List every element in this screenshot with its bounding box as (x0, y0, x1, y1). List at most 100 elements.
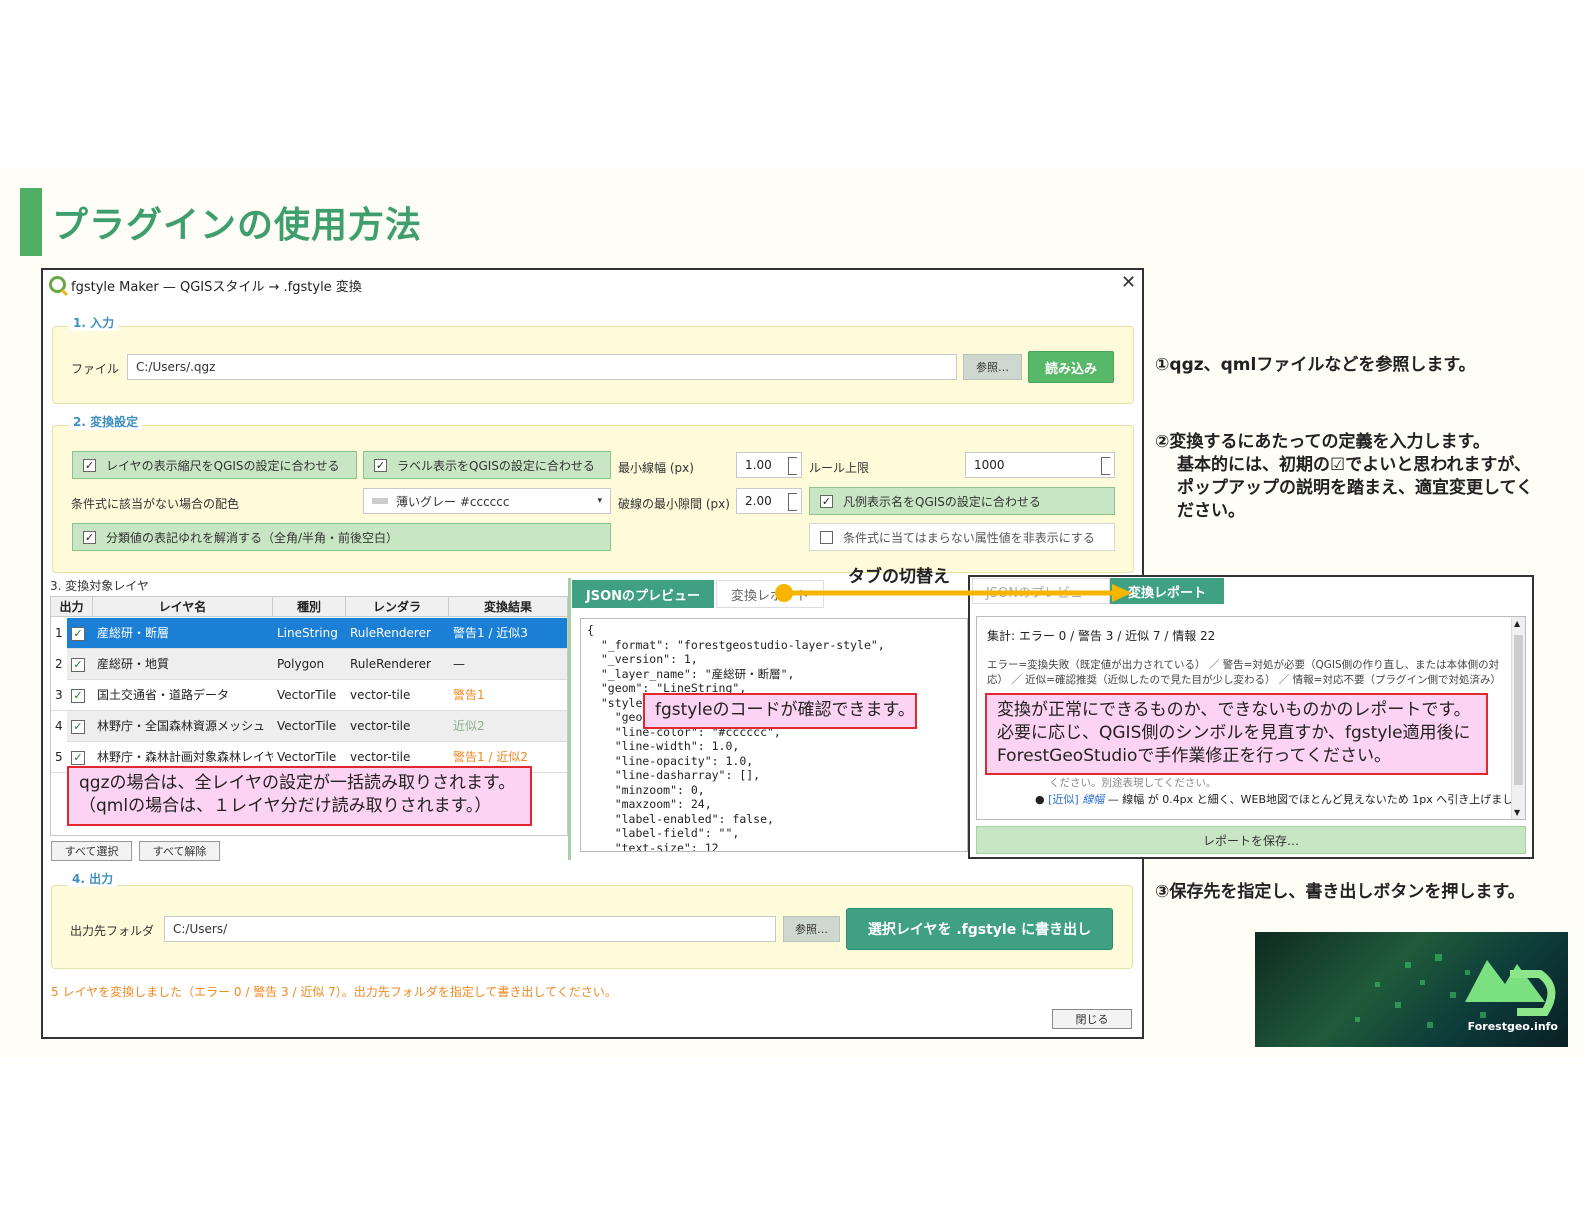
label-checkbox[interactable]: ✓ ラベル表示をQGISの設定に合わせる (363, 451, 611, 479)
col-output[interactable]: 出力 (51, 597, 93, 617)
hide-unmatched-checkbox[interactable]: 条件式に当てはまらない属性値を非表示にする (809, 523, 1115, 551)
row-renderer: vector-tile (350, 688, 411, 702)
report-summary: 集計: エラー 0 / 警告 3 / 近似 7 / 情報 22 (987, 629, 1216, 643)
tab-json-preview[interactable]: JSONのプレビュー (572, 580, 714, 608)
hide-unmatched-label: 条件式に当てはまらない属性値を非表示にする (843, 530, 1095, 545)
row-renderer: RuleRenderer (350, 626, 431, 640)
min-line-input[interactable]: 1.00 (736, 452, 802, 478)
row-renderer: RuleRenderer (350, 657, 431, 671)
dash-gap-input[interactable]: 2.00 (736, 488, 802, 514)
row-number: 5 (55, 750, 63, 764)
check-icon: ✓ (83, 530, 96, 544)
note-step2-line3: ポップアップの説明を踏まえ、適宜変更してく (1177, 478, 1533, 498)
load-button[interactable]: 読み込み (1028, 351, 1114, 383)
scroll-down-icon[interactable]: ▼ (1514, 808, 1520, 817)
window-title: fgstyle Maker — QGISスタイル → .fgstyle 変換 (71, 279, 362, 295)
row-type: VectorTile (277, 719, 337, 733)
callout-qgz-line1: qgzの場合は、全レイヤの設定が一括読み取りされます。 (79, 773, 516, 793)
check-icon: ✓ (820, 494, 833, 508)
fallback-color-select[interactable]: 薄いグレー #cccccc ▾ (363, 488, 611, 514)
row-number: 4 (51, 711, 67, 742)
scroll-up-icon[interactable]: ▲ (1514, 619, 1520, 628)
scale-checkbox[interactable]: ✓ レイヤの表示縮尺をQGISの設定に合わせる (72, 451, 357, 479)
note-step1: ①qgz、qmlファイルなどを参照します。 (1155, 355, 1476, 375)
slide-title: プラグインの使用方法 (52, 205, 423, 246)
check-icon: ✓ (83, 458, 96, 472)
table-row[interactable]: 3 ✓ 国土交通省・道路データ VectorTile vector-tile 警… (51, 680, 567, 711)
col-layer-name[interactable]: レイヤ名 (93, 597, 273, 617)
legend-checkbox[interactable]: ✓ 凡例表示名をQGISの設定に合わせる (809, 487, 1115, 515)
chevron-down-icon: ▾ (597, 496, 602, 506)
row-result: 近似2 (453, 719, 485, 733)
file-label: ファイル (71, 362, 120, 376)
row-output-checkbox[interactable]: ✓ (67, 649, 93, 680)
row-type: Polygon (277, 657, 325, 671)
report-item-field: 線幅 (1082, 793, 1105, 806)
row-result: — (453, 657, 465, 671)
row-result: 警告1 (453, 688, 485, 702)
code-line: "line-dasharray": [], (587, 768, 761, 782)
row-number: 1 (51, 618, 67, 649)
callout-report: 変換が正常にできるものか、できないものかのレポートです。 必要に応じ、QGIS側… (985, 693, 1488, 775)
rule-limit-label: ルール上限 (809, 461, 870, 475)
rule-limit-input[interactable]: 1000 (965, 452, 1115, 478)
title-accent-bar (20, 188, 42, 256)
report-item-tag: [近似] (1048, 793, 1079, 806)
row-renderer: vector-tile (350, 719, 411, 733)
scale-checkbox-label: レイヤの表示縮尺をQGISの設定に合わせる (106, 458, 340, 473)
callout-report-line3: ForestGeoStudioで手作業修正を行ってください。 (997, 746, 1391, 766)
slide-canvas: プラグインの使用方法 fgstyle Maker — QGISスタイル → .f… (0, 0, 1584, 1224)
fallback-color-value: 薄いグレー #cccccc (396, 494, 510, 509)
row-result: 警告1 / 近似3 (453, 626, 528, 640)
status-message: 5 レイヤを変換しました（エラー 0 / 警告 3 / 近似 7）。出力先フォル… (51, 985, 617, 999)
code-line: "line-opacity": 1.0, (587, 753, 754, 768)
output-folder-input[interactable]: C:/Users/ (164, 916, 776, 942)
callout-qgz: qgzの場合は、全レイヤの設定が一括読み取りされます。 （qmlの場合は、１レイ… (67, 766, 532, 826)
file-browse-button[interactable]: 参照… (963, 354, 1022, 380)
row-type: VectorTile (277, 688, 337, 702)
table-row[interactable]: 1 ✓ 産総研・断層 LineString RuleRenderer 警告1 /… (51, 618, 567, 649)
note-step2: ②変換するにあたっての定義を入力します。 基本的には、初期の☑でよいと思われます… (1155, 431, 1533, 523)
check-icon: ✓ (71, 658, 85, 672)
code-line: "minzoom": 0, (587, 782, 705, 797)
row-number: 2 (51, 649, 67, 680)
file-input[interactable]: C:/Users/.qgz (127, 354, 957, 380)
row-output-checkbox[interactable]: ✓ (67, 618, 93, 649)
select-all-button[interactable]: すべて選択 (51, 841, 132, 861)
json-code-view[interactable]: { "_format": "forestgeostudio-layer-styl… (580, 618, 968, 852)
col-renderer[interactable]: レンダラ (346, 597, 449, 617)
row-output-checkbox[interactable]: ✓ (67, 680, 93, 711)
code-line: "_format": "forestgeostudio-layer-style"… (587, 637, 885, 652)
scroll-thumb[interactable] (1514, 635, 1523, 785)
table-row[interactable]: 4 ✓ 林野庁・全国森林資源メッシュ VectorTile vector-til… (51, 711, 567, 742)
row-output-checkbox[interactable]: ✓ (67, 711, 93, 742)
forestgeo-logo-image: Forestgeo.info (1255, 932, 1568, 1047)
dash-gap-label: 破線の最小隙間 (px) (618, 497, 730, 511)
logo-text: Forestgeo.info (1467, 1020, 1558, 1033)
col-result[interactable]: 変換結果 (449, 597, 567, 617)
layers-group-label: 3. 変換対象レイヤ (50, 579, 149, 593)
normalize-checkbox-label: 分類値の表記ゆれを解消する（全角/半角・前後空白） (106, 530, 399, 545)
deselect-all-button[interactable]: すべて解除 (139, 841, 220, 861)
input-group-label: 1. 入力 (69, 314, 119, 331)
export-button[interactable]: 選択レイヤを .fgstyle に書き出し (846, 908, 1113, 950)
close-icon[interactable]: ✕ (1121, 272, 1136, 293)
code-line: "label-enabled": false, (587, 811, 774, 826)
table-row[interactable]: 2 ✓ 産総研・地質 Polygon RuleRenderer — (51, 649, 567, 680)
settings-group-label: 2. 変換設定 (69, 413, 143, 430)
save-report-button[interactable]: レポートを保存… (976, 826, 1526, 854)
label-checkbox-label: ラベル表示をQGISの設定に合わせる (397, 458, 595, 473)
code-line: "_layer_name": "産総研・断層", (587, 666, 795, 681)
report-item: ● [近似] 線幅 — 線幅 が 0.4px と細く、WEB地図でほとんど見えな… (1035, 791, 1513, 807)
row-type: LineString (277, 626, 338, 640)
callout-report-line2: 必要に応じ、QGIS側のシンボルを見直すか、fgstyle適用後に (997, 723, 1471, 743)
code-line: "maxzoom": 24, (587, 797, 712, 811)
output-browse-button[interactable]: 参照… (783, 916, 840, 942)
close-button[interactable]: 閉じる (1052, 1009, 1132, 1029)
note-step3: ③保存先を指定し、書き出しボタンを押します。 (1155, 882, 1525, 902)
normalize-checkbox[interactable]: ✓ 分類値の表記ゆれを解消する（全角/半角・前後空白） (72, 523, 611, 551)
callout-report-line1: 変換が正常にできるものか、できないものかのレポートです。 (997, 700, 1471, 720)
callout-qgz-line2: （qmlの場合は、１レイヤ分だけ読み取りされます。） (79, 796, 492, 816)
col-type[interactable]: 種別 (273, 597, 346, 617)
report-scrollbar[interactable]: ▲ ▼ (1511, 617, 1525, 819)
